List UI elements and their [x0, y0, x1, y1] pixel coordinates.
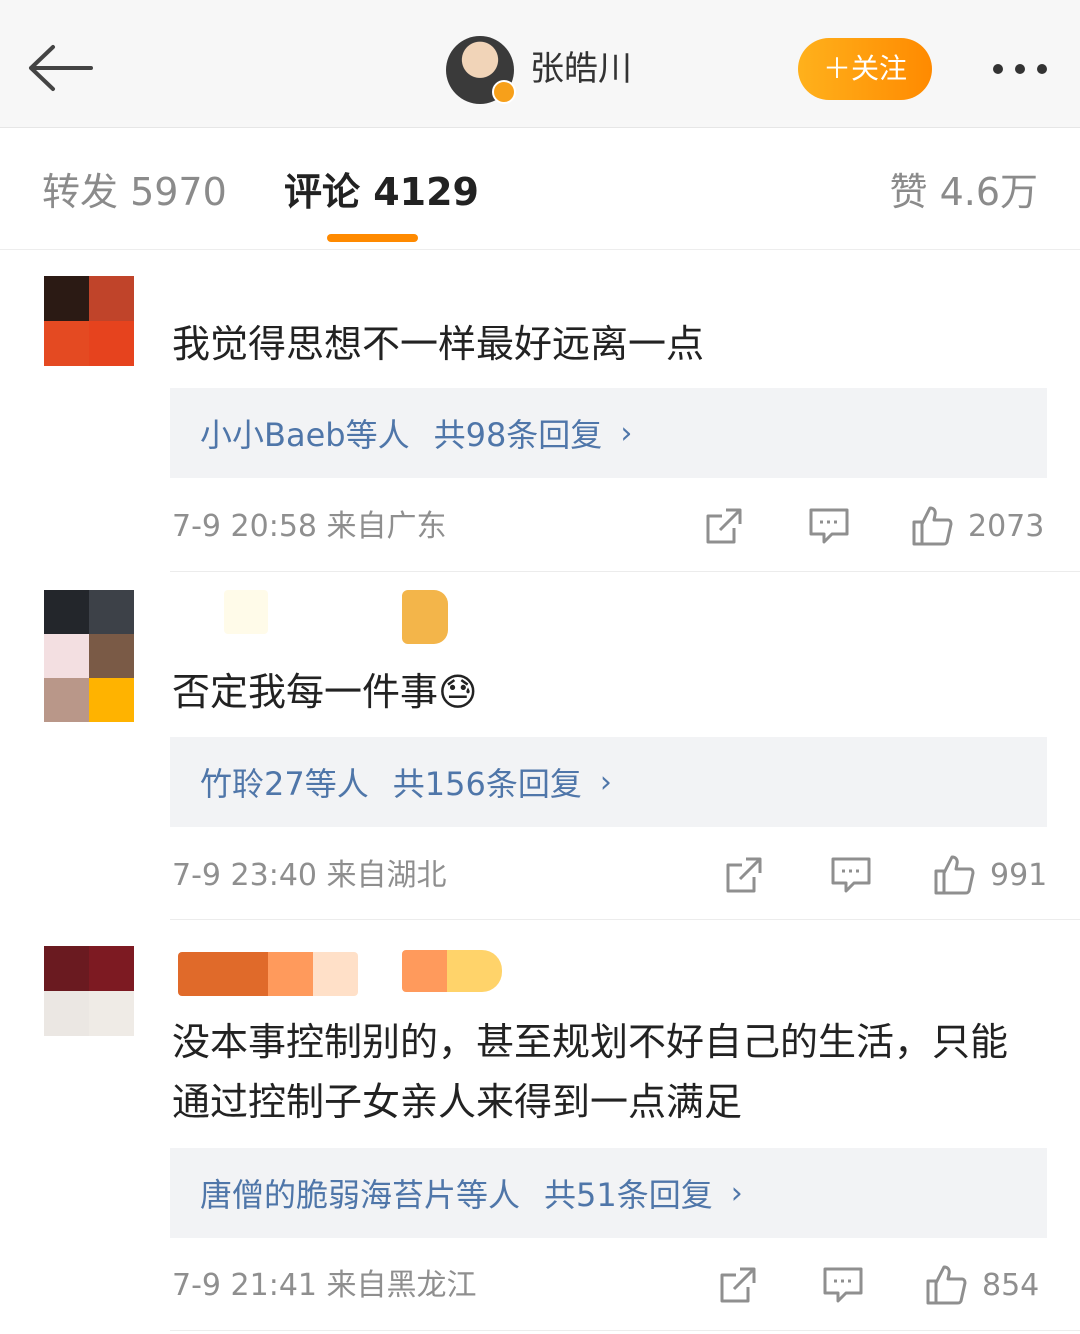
thumbs-up-icon — [934, 855, 975, 895]
reply-button[interactable] — [830, 855, 872, 895]
blurred-nickname — [178, 952, 358, 996]
more-options-button[interactable] — [980, 46, 1060, 92]
like-count: 991 — [990, 857, 1048, 893]
blurred-badge — [402, 950, 502, 992]
like-count: 854 — [982, 1267, 1040, 1303]
like-button[interactable]: 854 — [924, 1263, 1039, 1307]
comment-bubble-icon — [809, 508, 849, 544]
like-count: 2073 — [968, 508, 1045, 544]
repost-button[interactable] — [704, 506, 744, 546]
thumbs-up-icon — [926, 1265, 967, 1305]
like-button[interactable]: 2073 — [910, 504, 1044, 548]
share-square-icon — [706, 508, 742, 544]
more-dot — [1015, 64, 1025, 74]
comment-text: 否定我每一件事😓 — [172, 670, 478, 714]
tab-likes[interactable]: 赞 4.6万 — [889, 168, 1038, 216]
comment-item: 没本事控制别的，甚至规划不好自己的生活，只能通过控制子女亲人来得到一点满足 唐僧… — [0, 920, 1080, 1334]
divider — [170, 1330, 1080, 1331]
reply-count: 共156条回复 — [392, 765, 582, 803]
reply-users: 唐僧的脆弱海苔片等人 — [200, 1176, 521, 1214]
chevron-right-icon: › — [599, 764, 612, 800]
verified-badge-icon — [492, 80, 516, 104]
comment-text: 我觉得思想不一样最好远离一点 — [172, 322, 705, 366]
comment-item: 我觉得思想不一样最好远离一点 小小Baeb等人 共98条回复 › 7-9 20:… — [0, 250, 1080, 572]
share-square-icon — [720, 1267, 756, 1303]
comment-item: 否定我每一件事😓 竹聆27等人 共156条回复 › 7-9 23:40 来自湖北… — [0, 572, 1080, 920]
like-button[interactable]: 991 — [932, 853, 1047, 897]
follow-button[interactable]: ＋关注 — [798, 38, 932, 100]
commenter-avatar[interactable] — [44, 276, 134, 366]
reply-count: 共51条回复 — [544, 1176, 713, 1214]
tab-comments[interactable]: 评论 4129 — [284, 168, 479, 216]
repost-button[interactable] — [724, 855, 764, 895]
replies-preview[interactable]: 小小Baeb等人 共98条回复 › — [170, 388, 1047, 478]
comment-meta: 7-9 20:58 来自广东 — [172, 509, 447, 544]
more-dot — [1037, 64, 1047, 74]
replies-preview[interactable]: 唐僧的脆弱海苔片等人 共51条回复 › — [170, 1148, 1047, 1238]
reply-button[interactable] — [808, 506, 850, 546]
comment-meta: 7-9 21:41 来自黑龙江 — [172, 1268, 477, 1303]
reply-users: 竹聆27等人 — [200, 765, 369, 803]
reply-count: 共98条回复 — [433, 416, 603, 454]
chevron-right-icon: › — [730, 1175, 743, 1211]
comment-meta: 7-9 23:40 来自湖北 — [172, 858, 447, 893]
repost-button[interactable] — [718, 1265, 758, 1305]
thumbs-up-icon — [912, 506, 953, 546]
author-name[interactable]: 张皓川 — [530, 46, 632, 92]
tab-bar: 转发 5970 评论 4129 赞 4.6万 — [0, 128, 1080, 250]
blurred-nickname — [224, 590, 268, 634]
active-tab-indicator — [327, 234, 418, 242]
replies-preview[interactable]: 竹聆27等人 共156条回复 › — [170, 737, 1047, 827]
commenter-avatar[interactable] — [44, 590, 134, 722]
comment-bubble-icon — [823, 1267, 863, 1303]
arrow-left-icon — [29, 45, 93, 91]
commenter-avatar[interactable] — [44, 946, 134, 1036]
comment-text: 没本事控制别的，甚至规划不好自己的生活，只能通过控制子女亲人来得到一点满足 — [172, 1020, 1009, 1124]
back-button[interactable] — [22, 36, 98, 100]
top-bar: 张皓川 ＋关注 — [0, 0, 1080, 128]
more-dots-icon — [993, 64, 1003, 74]
share-square-icon — [726, 857, 762, 893]
chevron-right-icon: › — [620, 415, 633, 451]
blurred-badge — [402, 590, 448, 644]
reply-users: 小小Baeb等人 — [200, 416, 410, 454]
reply-button[interactable] — [822, 1265, 864, 1305]
tab-reposts[interactable]: 转发 5970 — [42, 168, 227, 216]
comment-bubble-icon — [831, 857, 871, 893]
